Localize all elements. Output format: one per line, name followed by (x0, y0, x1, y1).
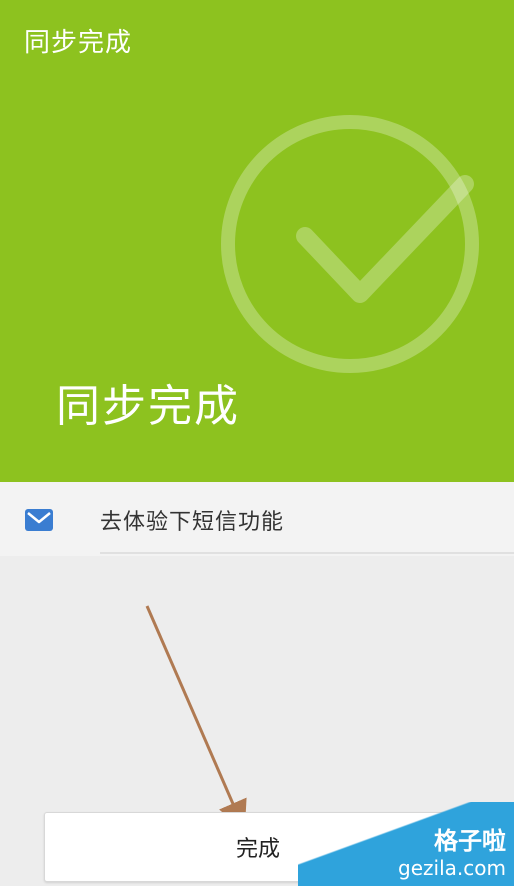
watermark-name: 格子啦 (434, 827, 506, 855)
watermark-logo: 格子啦 gezila.com (298, 802, 514, 886)
watermark-url: gezila.com (398, 856, 506, 880)
annotation-arrow (145, 605, 247, 832)
